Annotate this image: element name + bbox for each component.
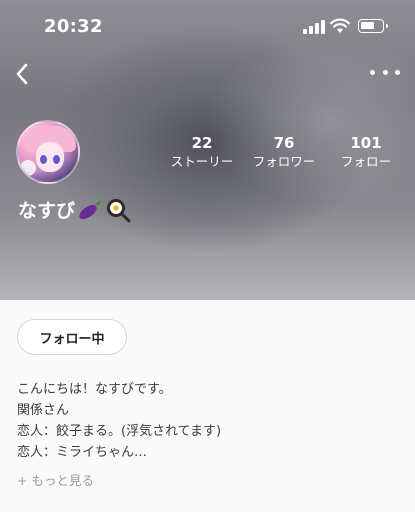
stat-stories[interactable]: 22 ストーリー [166, 134, 238, 170]
status-time: 20:32 [44, 16, 103, 37]
more-horizontal-icon [370, 69, 375, 75]
see-more-link[interactable]: + もっと見る [17, 470, 94, 489]
avatar[interactable] [16, 120, 80, 184]
wifi-icon [330, 18, 350, 38]
chevron-left-icon [16, 63, 28, 85]
stat-following-label: フォロー [340, 154, 391, 169]
eggplant-icon [77, 197, 103, 223]
bio-line: こんにちは！なすびです。 [17, 382, 172, 397]
stat-stories-count: 22 [191, 134, 213, 152]
stat-following-count: 101 [350, 134, 382, 152]
profile-name: なすび [18, 196, 131, 223]
more-options-button[interactable] [370, 62, 400, 82]
profile-name-text: なすび [18, 200, 76, 222]
battery-icon [358, 19, 388, 33]
stat-followers-label: フォロワー [252, 154, 316, 169]
stat-following[interactable]: 101 フォロー [336, 134, 396, 170]
stat-followers-count: 76 [273, 134, 295, 152]
cellular-signal-icon [303, 20, 325, 34]
bio-line: 関係さん [17, 403, 70, 418]
following-button[interactable]: フォロー中 [17, 319, 127, 355]
profile-bio: こんにちは！なすびです。 関係さん 恋人：餃子まる。(浮気されてます) 恋人：ミ… [17, 379, 397, 463]
bio-line: 恋人：ミライちゃん… [17, 445, 148, 460]
status-bar: 20:32 [0, 0, 415, 54]
stat-followers[interactable]: 76 フォロワー [248, 134, 320, 170]
back-button[interactable] [8, 60, 36, 88]
frying-pan-egg-icon [105, 197, 131, 223]
bio-line: 恋人：餃子まる。(浮気されてます) [17, 424, 222, 439]
stat-stories-label: ストーリー [170, 154, 234, 169]
